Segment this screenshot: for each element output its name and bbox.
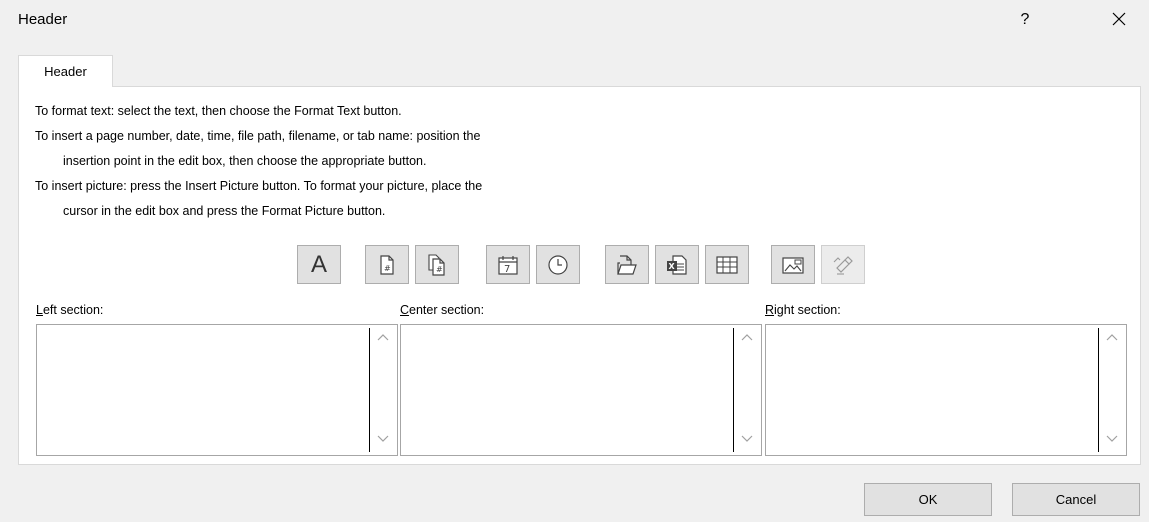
format-picture-button[interactable]	[821, 245, 865, 284]
insert-file-name-button[interactable]: X	[655, 245, 699, 284]
sheet-name-icon	[716, 255, 738, 274]
number-of-pages-icon: #	[428, 253, 445, 276]
svg-text:X: X	[669, 262, 676, 271]
insert-file-path-button[interactable]	[605, 245, 649, 284]
left-section-scrollbar[interactable]	[371, 325, 397, 455]
left-section-label: Left section:	[36, 303, 104, 317]
instruction-line-5: cursor in the edit box and press the For…	[63, 204, 386, 218]
clock-icon	[548, 254, 568, 275]
instruction-line-3: insertion point in the edit box, then ch…	[63, 154, 427, 168]
instruction-line-1: To format text: select the text, then ch…	[35, 104, 402, 118]
title-bar: Header ?	[0, 0, 1149, 40]
instruction-line-4: To insert picture: press the Insert Pict…	[35, 179, 483, 193]
right-section-input[interactable]	[766, 325, 1098, 455]
svg-text:7: 7	[504, 264, 510, 275]
insert-date-button[interactable]: 7	[486, 245, 530, 284]
right-section-box	[765, 324, 1127, 456]
chevron-up-icon[interactable]	[377, 333, 389, 341]
format-text-icon: A	[310, 250, 327, 278]
window-title: Header	[18, 11, 68, 28]
left-section-input[interactable]	[37, 325, 369, 455]
cancel-button[interactable]: Cancel	[1012, 483, 1140, 516]
insert-sheet-name-button[interactable]	[705, 245, 749, 284]
text-caret	[733, 328, 734, 452]
close-icon	[1112, 12, 1126, 26]
chevron-up-icon[interactable]	[741, 333, 753, 341]
text-caret	[1098, 328, 1099, 452]
text-caret	[369, 328, 370, 452]
insert-time-button[interactable]	[536, 245, 580, 284]
center-section-box	[400, 324, 762, 456]
page-number-icon: #	[380, 254, 394, 275]
ok-button[interactable]: OK	[864, 483, 992, 516]
format-text-button[interactable]: A	[297, 245, 341, 284]
right-section-label: Right section:	[765, 303, 841, 317]
insert-picture-button[interactable]	[771, 245, 815, 284]
instruction-line-2: To insert a page number, date, time, fil…	[35, 129, 481, 143]
insert-page-number-button[interactable]: #	[365, 245, 409, 284]
right-section-scrollbar[interactable]	[1100, 325, 1126, 455]
chevron-down-icon[interactable]	[1106, 435, 1118, 443]
format-picture-icon	[833, 255, 853, 275]
center-section-label: Center section:	[400, 303, 485, 317]
svg-text:#: #	[384, 264, 391, 273]
picture-icon	[782, 256, 804, 274]
center-section-input[interactable]	[401, 325, 733, 455]
file-path-icon	[617, 254, 637, 275]
center-section-scrollbar[interactable]	[735, 325, 761, 455]
chevron-down-icon[interactable]	[377, 435, 389, 443]
help-button[interactable]: ?	[1012, 6, 1038, 34]
chevron-down-icon[interactable]	[741, 435, 753, 443]
insert-number-of-pages-button[interactable]: #	[415, 245, 459, 284]
header-panel: To format text: select the text, then ch…	[18, 86, 1141, 465]
file-name-icon: X	[667, 254, 687, 275]
chevron-up-icon[interactable]	[1106, 333, 1118, 341]
close-button[interactable]	[1104, 4, 1134, 34]
tab-header[interactable]: Header	[18, 55, 113, 87]
calendar-icon: 7	[498, 255, 518, 275]
svg-text:#: #	[436, 265, 443, 274]
left-section-box	[36, 324, 398, 456]
